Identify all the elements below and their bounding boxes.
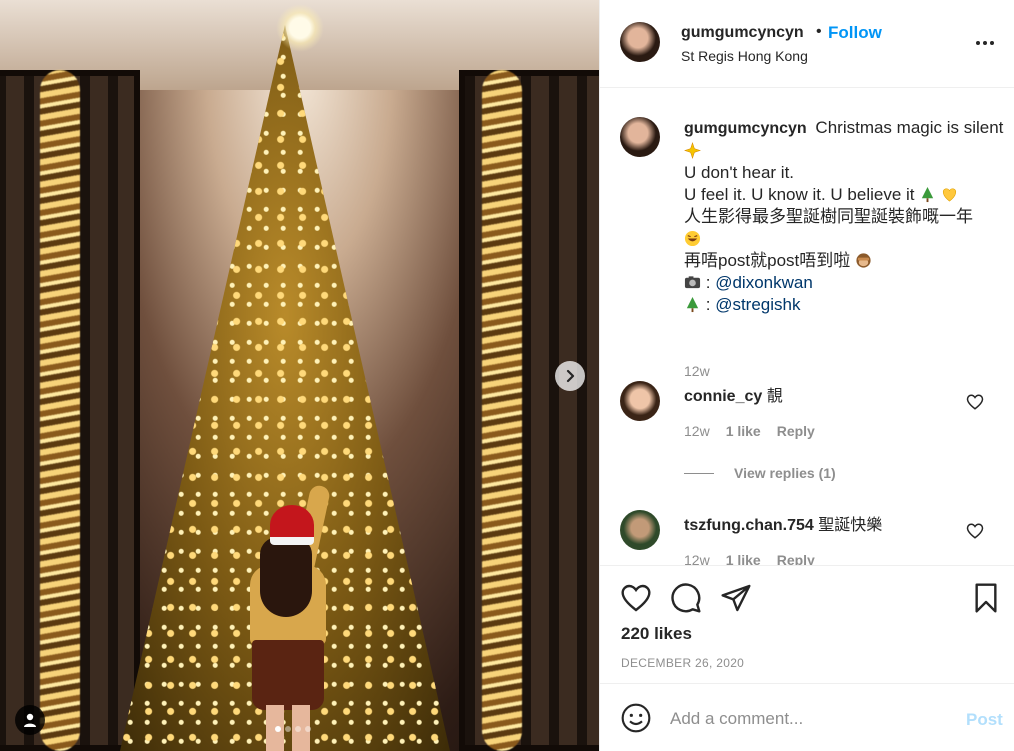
separator-dot: • (816, 23, 822, 40)
view-replies-button[interactable]: View replies (1) (684, 465, 836, 481)
caption-credit-sep: : (705, 295, 711, 314)
person-figure (232, 483, 342, 751)
reply-button[interactable]: Reply (777, 423, 815, 439)
post-header: gumgumcyncyn • Follow St Regis Hong Kong (600, 0, 1014, 88)
monkey-emoji (856, 253, 871, 268)
caption-credit-sep: : (705, 273, 711, 292)
bookmark-icon[interactable] (970, 582, 1002, 614)
comment-likes[interactable]: 1 like (726, 552, 761, 565)
avatar[interactable] (620, 381, 660, 421)
post-actions: 220 likes DECEMBER 26, 2020 (600, 565, 1014, 683)
share-icon[interactable] (720, 582, 752, 614)
caption-line: 再唔post就post唔到啦 (684, 251, 851, 270)
more-options-button[interactable] (976, 35, 998, 51)
caption-username[interactable]: gumgumcyncyn (684, 120, 807, 137)
replies-divider (684, 472, 714, 474)
comment-icon[interactable] (670, 582, 702, 614)
more-icon (976, 41, 980, 45)
comment-text: 靚 (766, 388, 783, 405)
reply-button[interactable]: Reply (777, 552, 815, 565)
yellow-heart-emoji (942, 188, 957, 202)
comments-section[interactable]: gumgumcyncyn Christmas magic is silent U… (600, 89, 1014, 565)
tree-emoji (686, 296, 699, 313)
avatar[interactable] (620, 117, 660, 157)
right-garland (482, 70, 522, 751)
sparkle-emoji (684, 142, 701, 159)
smile-icon[interactable] (620, 702, 652, 734)
carousel-dot (285, 726, 291, 732)
heart-icon[interactable] (966, 522, 984, 540)
tree-credit-mention[interactable]: @stregishk (715, 295, 800, 314)
caption-line: Christmas magic is silent (815, 118, 1004, 137)
tree-emoji (922, 186, 934, 203)
comment: connie_cy 靚 12w 1 like Reply (620, 381, 1010, 461)
user-tag-icon (24, 713, 36, 727)
tagged-users-button[interactable] (15, 705, 45, 735)
left-garland (40, 70, 80, 751)
next-arrow-icon (566, 369, 575, 383)
comment: tszfung.chan.754 聖誕快樂 12w 1 like Reply (620, 510, 1010, 565)
post-panel: gumgumcyncyn • Follow St Regis Hong Kong… (599, 0, 1014, 751)
avatar[interactable] (620, 22, 660, 62)
follow-button[interactable]: Follow (828, 23, 882, 43)
tree-star (276, 4, 324, 52)
photo-credit-mention[interactable]: @dixonkwan (715, 273, 813, 292)
comment-text: 聖誕快樂 (818, 517, 883, 534)
caption-line: U don't hear it. (684, 163, 795, 182)
carousel-dot (275, 726, 281, 732)
comment-likes[interactable]: 1 like (726, 423, 761, 439)
post-date[interactable]: DECEMBER 26, 2020 (621, 656, 744, 670)
next-photo-button[interactable] (555, 361, 585, 391)
laughing-emoji (684, 230, 701, 247)
post-location[interactable]: St Regis Hong Kong (681, 48, 808, 64)
heart-icon[interactable] (966, 393, 984, 411)
comment-time[interactable]: 12w (684, 552, 710, 565)
comment-input[interactable] (670, 706, 950, 732)
carousel-indicator (275, 726, 311, 732)
likes-count[interactable]: 220 likes (621, 624, 692, 644)
carousel-dot (305, 726, 311, 732)
camera-emoji (684, 276, 701, 289)
avatar[interactable] (620, 510, 660, 550)
comment-time[interactable]: 12w (684, 423, 710, 439)
comment-username[interactable]: connie_cy (684, 388, 762, 405)
post-comment-button[interactable]: Post (966, 710, 1003, 730)
right-screen (459, 70, 599, 751)
add-comment-bar: Post (600, 683, 1014, 751)
caption-line: U feel it. U know it. U believe it (684, 185, 915, 204)
view-replies-label: View replies (1) (734, 465, 836, 481)
comment-username[interactable]: tszfung.chan.754 (684, 517, 814, 534)
caption-time[interactable]: 12w (684, 363, 710, 379)
caption-line: 人生影得最多聖誕樹同聖誕裝飾嘅一年 (684, 207, 973, 226)
heart-icon[interactable] (620, 582, 652, 614)
post-username[interactable]: gumgumcyncyn (681, 24, 804, 42)
carousel-dot (295, 726, 301, 732)
post-photo[interactable] (0, 0, 599, 751)
